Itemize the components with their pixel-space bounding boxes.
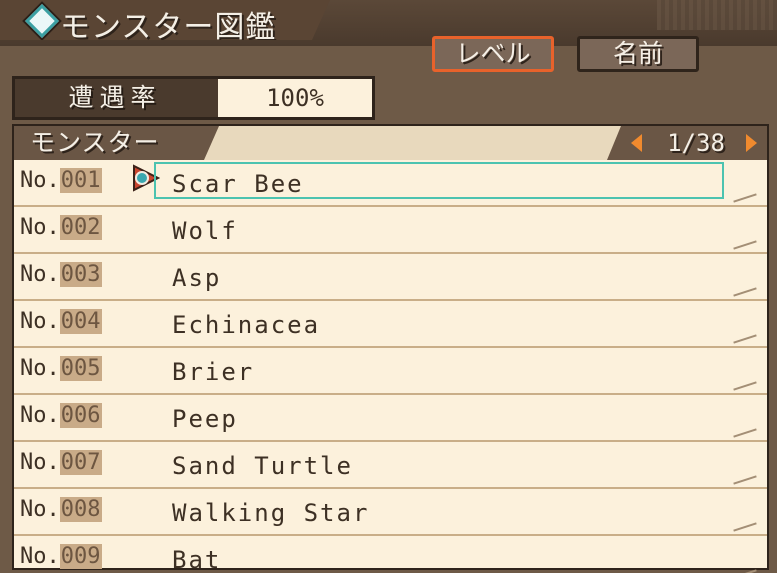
monster-name: Echinacea (172, 311, 321, 339)
monster-list: No.001 Scar Bee No.002 Wolf No.003 Asp N… (14, 160, 767, 573)
monster-name: Peep (172, 405, 238, 433)
monster-name: Asp (172, 264, 222, 292)
monster-number: No.009 (20, 544, 102, 569)
list-header-label: モンスター (30, 128, 160, 157)
monster-number: No.007 (20, 450, 102, 475)
monster-name: Brier (172, 358, 255, 386)
row-divider-mark (733, 522, 757, 532)
list-item[interactable]: No.004 Echinacea (14, 301, 767, 348)
page-indicator: 1/38 (667, 129, 725, 157)
row-divider-mark (733, 428, 757, 438)
list-header-tab: モンスター (14, 126, 219, 160)
monster-encyclopedia-screen: モンスター図鑑 レベル 名前 遭遇率 100% モンスター 1/38 No.00… (0, 0, 777, 573)
list-item[interactable]: No.002 Wolf (14, 207, 767, 254)
monster-name: Sand Turtle (172, 452, 353, 480)
sort-by-level-button[interactable]: レベル (432, 36, 554, 72)
monster-name: Bat (172, 546, 222, 573)
monster-name: Walking Star (172, 499, 370, 527)
list-item[interactable]: No.007 Sand Turtle (14, 442, 767, 489)
list-item[interactable]: No.003 Asp (14, 254, 767, 301)
encounter-rate-row: 遭遇率 100% (12, 76, 375, 120)
list-item[interactable]: No.008 Walking Star (14, 489, 767, 536)
row-divider-mark (733, 475, 757, 485)
monster-number: No.003 (20, 262, 102, 287)
list-item[interactable]: No.009 Bat (14, 536, 767, 573)
triangle-left-icon[interactable] (631, 134, 642, 152)
monster-number: No.005 (20, 356, 102, 381)
diamond-icon (25, 4, 59, 38)
monster-name: Scar Bee (172, 170, 304, 198)
triangle-right-icon[interactable] (746, 134, 757, 152)
monster-list-panel: モンスター 1/38 No.001 Scar Bee No.002 Wolf N… (12, 124, 769, 573)
monster-number: No.008 (20, 497, 102, 522)
pager: 1/38 (607, 126, 767, 160)
title-tab: モンスター図鑑 (0, 0, 330, 45)
title-bar-ornament (657, 0, 777, 30)
monster-number: No.004 (20, 309, 102, 334)
row-divider-mark (733, 381, 757, 391)
row-divider-mark (733, 334, 757, 344)
monster-number: No.006 (20, 403, 102, 428)
page-title: モンスター図鑑 (60, 10, 277, 45)
encounter-rate-label: 遭遇率 (68, 83, 162, 112)
row-divider-mark (733, 569, 757, 573)
sort-by-name-button[interactable]: 名前 (577, 36, 699, 72)
monster-number: No.002 (20, 215, 102, 240)
row-divider-mark (733, 240, 757, 250)
list-item[interactable]: No.001 Scar Bee (14, 160, 767, 207)
monster-number: No.001 (20, 168, 102, 193)
encounter-rate-value: 100% (218, 79, 372, 117)
row-divider-mark (733, 287, 757, 297)
list-item[interactable]: No.006 Peep (14, 395, 767, 442)
row-divider-mark (733, 193, 757, 203)
monster-name: Wolf (172, 217, 238, 245)
list-item[interactable]: No.005 Brier (14, 348, 767, 395)
list-header: モンスター 1/38 (14, 126, 767, 160)
